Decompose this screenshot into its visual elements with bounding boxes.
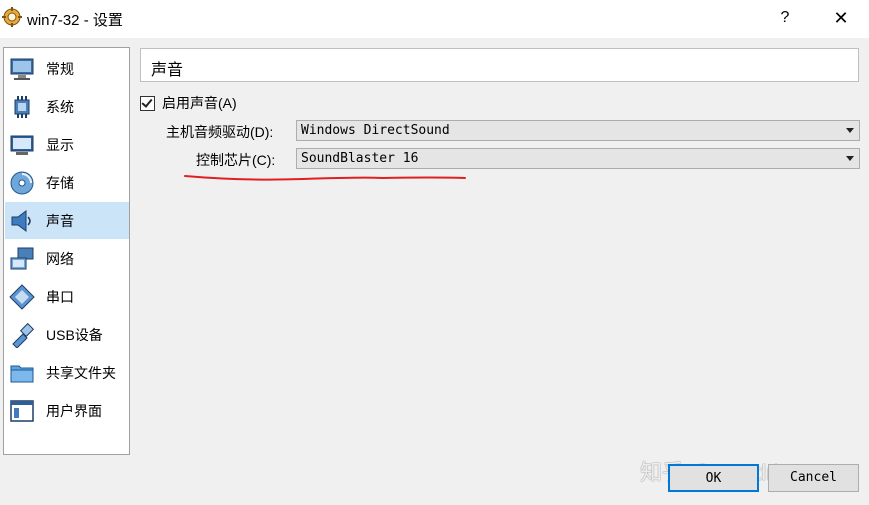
enable-audio-label: 启用声音(A) (162, 95, 237, 111)
sidebar-item-label: 系统 (46, 98, 74, 115)
disk-icon (10, 171, 34, 194)
help-button[interactable]: ? (774, 7, 796, 29)
sidebar-item-shared-folders[interactable]: 共享文件夹 (5, 354, 129, 391)
controller-label: 控制芯片(C): (196, 152, 276, 168)
speaker-icon (11, 209, 31, 232)
sidebar-item-label: 串口 (46, 288, 74, 305)
section-title: 声音 (151, 62, 184, 79)
host-driver-select[interactable]: Windows DirectSound (296, 120, 860, 141)
checkmark-icon (141, 95, 153, 108)
sidebar-item-label: 网络 (46, 250, 74, 267)
red-underline-annotation (184, 175, 466, 181)
virtualbox-gear-icon (2, 7, 22, 27)
sidebar-item-network[interactable]: 网络 (5, 240, 129, 277)
network-icon (10, 247, 34, 269)
sidebar-item-general[interactable]: 常规 (5, 50, 129, 87)
serial-port-icon (9, 283, 35, 310)
display-icon (10, 135, 34, 155)
sidebar-item-label: 用户界面 (46, 402, 102, 419)
sidebar-item-label: 常规 (46, 60, 74, 77)
checkbox-box[interactable] (140, 95, 155, 111)
enable-audio-checkbox[interactable]: 启用声音(A) (140, 93, 237, 113)
sidebar-item-system[interactable]: 系统 (5, 88, 129, 125)
sidebar-item-usb[interactable]: USB设备 (5, 316, 129, 353)
sidebar-item-label: 声音 (46, 212, 74, 229)
sidebar-item-display[interactable]: 显示 (5, 126, 129, 163)
window-title: win7-32 - 设置 (27, 12, 123, 29)
sidebar-item-user-interface[interactable]: 用户界面 (5, 392, 129, 429)
close-button[interactable]: ✕ (826, 6, 856, 30)
cancel-button[interactable]: Cancel (768, 464, 859, 492)
host-driver-value: Windows DirectSound (301, 123, 450, 138)
controller-select[interactable]: SoundBlaster 16 (296, 148, 860, 169)
sidebar-item-label: 存储 (46, 174, 74, 191)
title-bar: win7-32 - 设置 ? ✕ (0, 0, 869, 38)
folder-icon (10, 365, 34, 382)
dropdown-arrow-icon (846, 128, 854, 133)
host-driver-label: 主机音频驱动(D): (166, 124, 274, 140)
settings-category-list: 常规 系统 显示 存储 声音 网络 串口 USB设备 共享文件夹 用户界面 (3, 47, 130, 455)
monitor-icon (10, 58, 34, 80)
dropdown-arrow-icon (846, 156, 854, 161)
sidebar-item-serial-ports[interactable]: 串口 (5, 278, 129, 315)
usb-icon (12, 322, 35, 348)
sidebar-item-label: USB设备 (46, 326, 103, 343)
sidebar-item-label: 共享文件夹 (46, 364, 116, 381)
section-header: 声音 (140, 48, 859, 82)
sidebar-item-label: 显示 (46, 136, 74, 153)
sidebar-item-audio[interactable]: 声音 (5, 202, 129, 239)
ok-button[interactable]: OK (668, 464, 759, 492)
chip-icon (14, 95, 30, 118)
controller-value: SoundBlaster 16 (301, 151, 419, 166)
window-icon (10, 399, 34, 422)
sidebar-item-storage[interactable]: 存储 (5, 164, 129, 201)
